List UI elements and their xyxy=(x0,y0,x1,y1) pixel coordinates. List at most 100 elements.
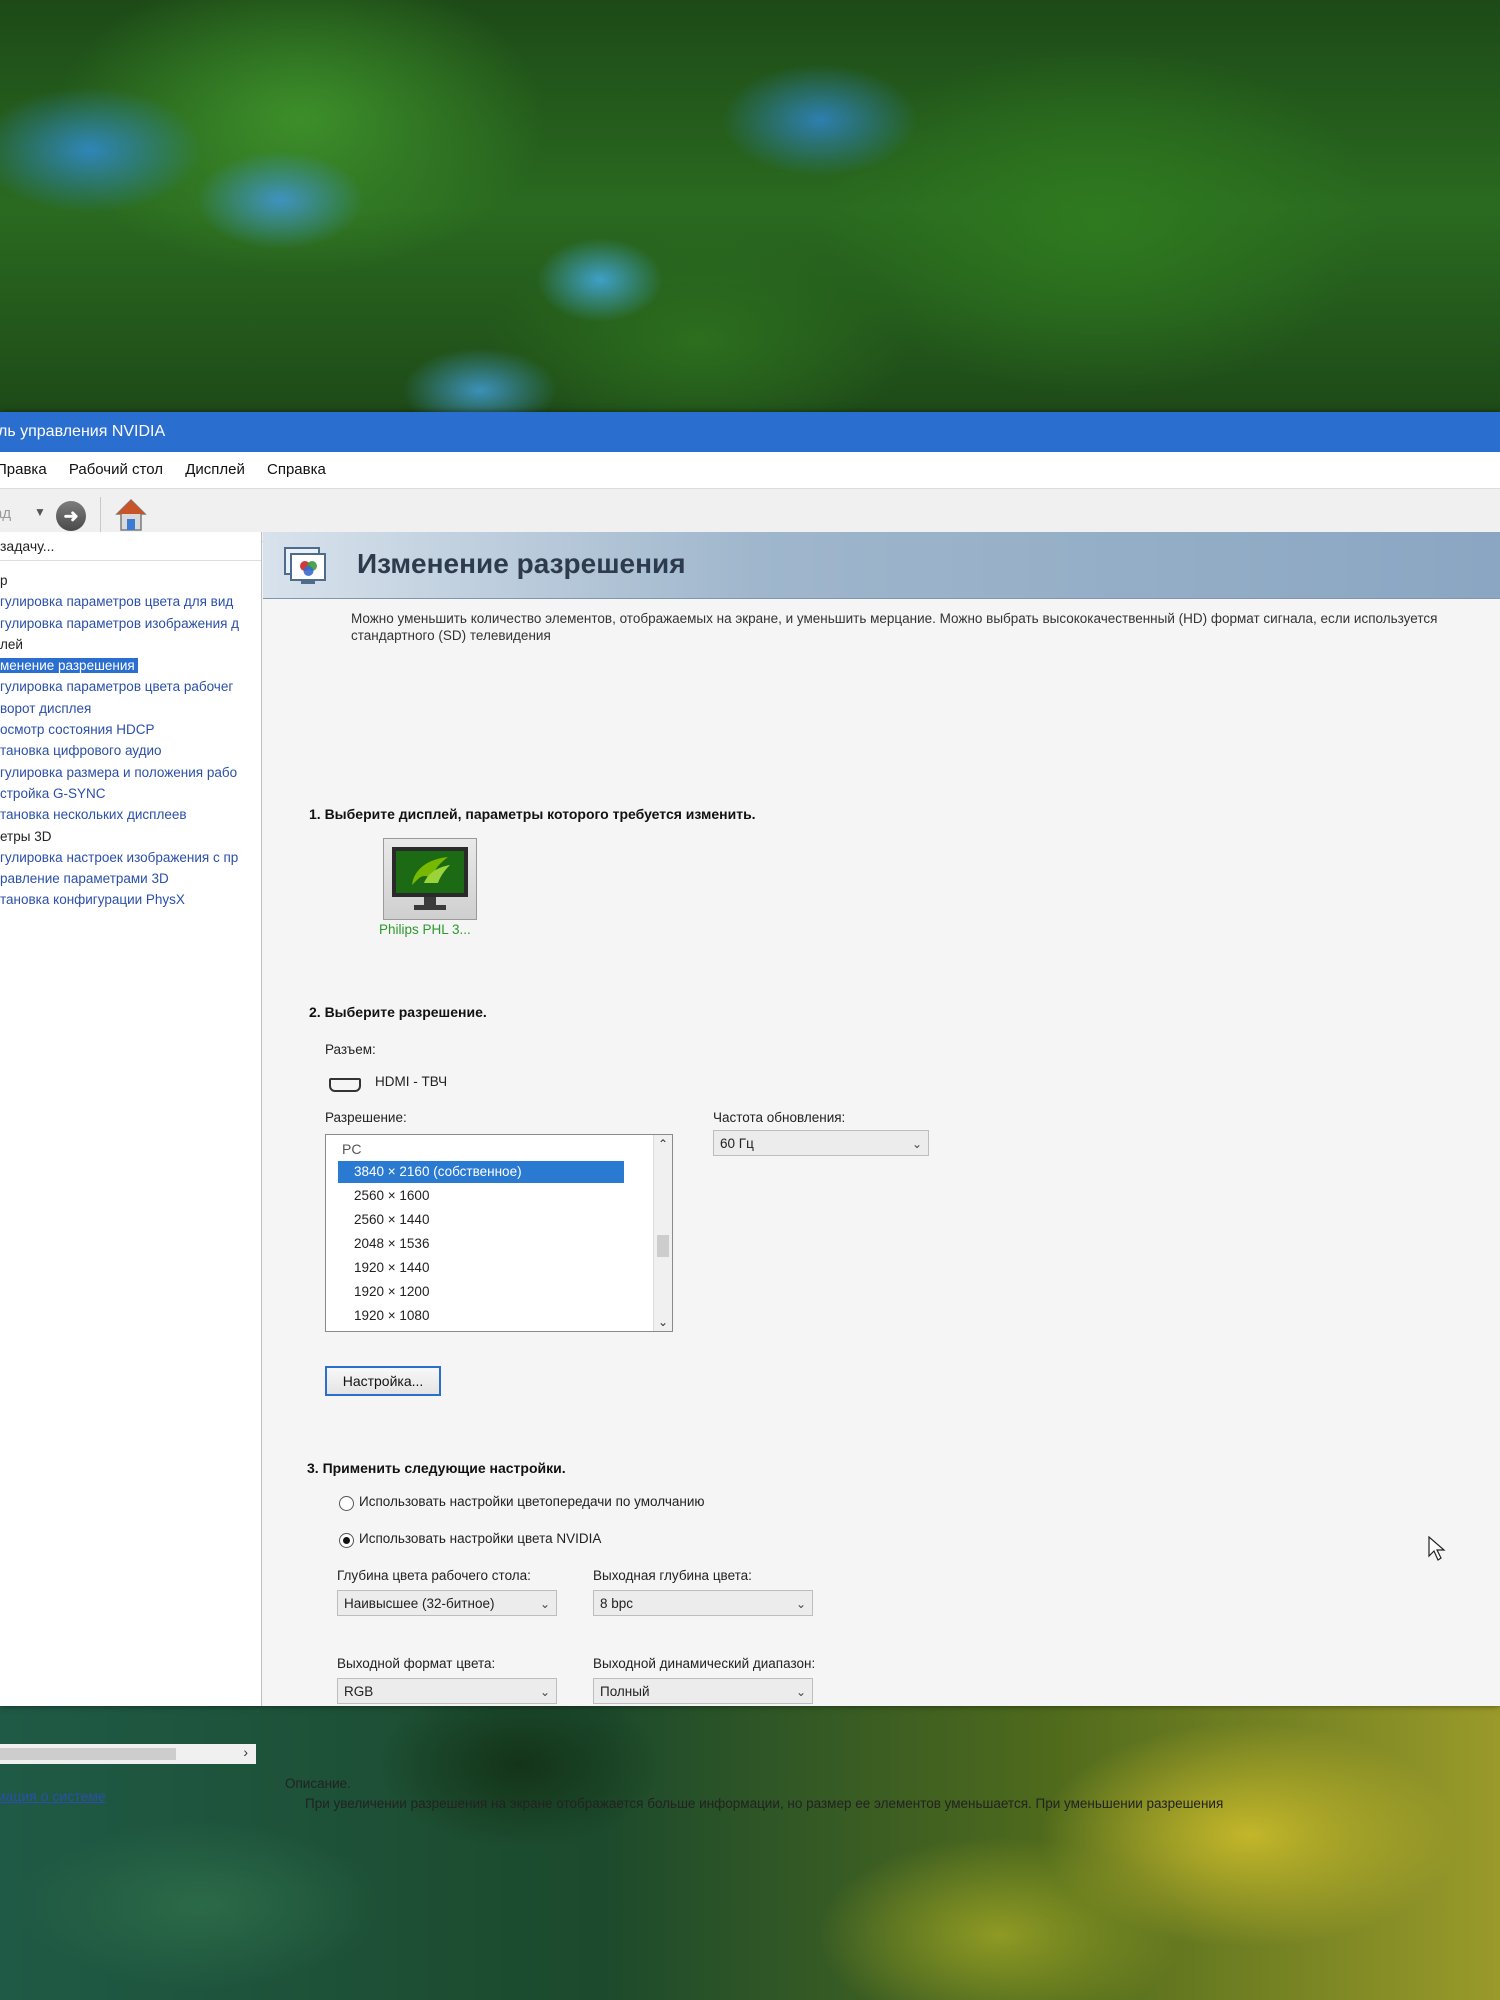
nav-item-label: гулировка параметров изображения д xyxy=(0,615,240,631)
system-info-link[interactable]: мация о системе xyxy=(0,1788,106,1804)
nav-item-label: гулировка настроек изображения с пр xyxy=(0,849,239,865)
home-icon[interactable] xyxy=(114,497,148,533)
scrollbar-thumb[interactable] xyxy=(0,1748,176,1760)
customize-button[interactable]: Настройка... xyxy=(325,1366,441,1396)
chevron-down-icon: ⌄ xyxy=(539,1685,550,1699)
nav-item[interactable]: осмотр состояния HDCP xyxy=(0,719,261,740)
nav-item[interactable]: гулировка параметров изображения д xyxy=(0,613,261,634)
desktop-color-depth-select[interactable]: Наивысшее (32-битное) ⌄ xyxy=(337,1590,557,1616)
mouse-cursor-icon xyxy=(1428,1536,1446,1561)
output-color-depth-value: 8 bpc xyxy=(600,1596,634,1611)
chevron-down-icon: ⌄ xyxy=(795,1685,806,1699)
radio-nvidia-color-label[interactable]: Использовать настройки цвета NVIDIA xyxy=(359,1531,601,1546)
nav-item-label: ворот дисплея xyxy=(0,700,92,716)
nav-item-label: равление параметрами 3D xyxy=(0,871,169,887)
scroll-right-icon[interactable]: › xyxy=(243,1744,248,1760)
resolution-label: Разрешение: xyxy=(325,1110,407,1125)
desktop-color-depth-value: Наивысшее (32-битное) xyxy=(344,1596,495,1611)
output-dynamic-range-select[interactable]: Полный ⌄ xyxy=(593,1678,813,1704)
window-title: ль управления NVIDIA xyxy=(0,423,166,440)
radio-default-color-label[interactable]: Использовать настройки цветопередачи по … xyxy=(359,1494,705,1509)
nav-item[interactable]: гулировка параметров цвета рабочег xyxy=(0,676,261,697)
output-color-format-label: Выходной формат цвета: xyxy=(337,1656,496,1671)
output-color-depth-select[interactable]: 8 bpc ⌄ xyxy=(593,1590,813,1616)
scrollbar-thumb[interactable] xyxy=(657,1235,669,1257)
menu-desktop[interactable]: Рабочий стол xyxy=(69,452,163,488)
refresh-rate-value: 60 Гц xyxy=(720,1136,754,1151)
nav-item-label: тановка цифрового аудио xyxy=(0,743,162,759)
task-tree: р гулировка параметров цвета для вид гулир… xyxy=(0,570,261,911)
display-tile[interactable] xyxy=(383,838,477,920)
scroll-up-icon[interactable]: ⌃ xyxy=(658,1137,668,1151)
step-3-heading: 3. Применить следующие настройки. xyxy=(307,1460,566,1476)
nav-item[interactable]: стройка G-SYNC xyxy=(0,783,261,804)
nav-item[interactable]: тановка нескольких дисплеев xyxy=(0,804,261,825)
resolution-option[interactable]: 1920 × 1080 xyxy=(338,1305,624,1327)
refresh-rate-select[interactable]: 60 Гц ⌄ xyxy=(713,1130,929,1156)
resolution-option[interactable]: 3840 × 2160 (собственное) xyxy=(338,1161,624,1183)
display-name[interactable]: Philips PHL 3... xyxy=(379,922,471,937)
nav-item[interactable]: равление параметрами 3D xyxy=(0,868,261,889)
refresh-rate-label: Частота обновления: xyxy=(713,1110,846,1125)
display-settings-icon xyxy=(284,547,326,584)
monitor-icon xyxy=(392,847,468,910)
resolution-option[interactable]: 1920 × 1200 xyxy=(338,1281,624,1303)
page-header: Изменение разрешения xyxy=(263,532,1500,599)
nav-item-label: р xyxy=(0,573,8,588)
scroll-down-icon[interactable]: ⌄ xyxy=(658,1315,668,1329)
resolution-option[interactable]: 2560 × 1600 xyxy=(338,1185,624,1207)
connector-label: Разъем: xyxy=(325,1042,376,1057)
task-navigation-pane: задачу... р гулировка параметров цвета дл… xyxy=(0,532,262,1804)
nav-item[interactable]: тановка цифрового аудио xyxy=(0,740,261,761)
nav-item-label: гулировка параметров цвета для вид xyxy=(0,594,234,610)
chevron-down-icon: ⌄ xyxy=(911,1137,922,1151)
resolution-option[interactable]: 2560 × 1440 xyxy=(338,1209,624,1231)
nav-item[interactable]: гулировка размера и положения рабо xyxy=(0,762,261,783)
radio-default-color[interactable] xyxy=(339,1496,354,1511)
description-label: Описание. xyxy=(285,1776,351,1791)
content-pane: Изменение разрешения Можно уменьшить кол… xyxy=(263,532,1500,1811)
nav-item-label: тановка нескольких дисплеев xyxy=(0,807,187,823)
nav-item[interactable]: тановка конфигурации PhysX xyxy=(0,889,261,910)
chevron-down-icon: ⌄ xyxy=(795,1597,806,1611)
connector-value: HDMI - ТВЧ xyxy=(375,1074,448,1089)
nav-item-label: гулировка размера и положения рабо xyxy=(0,764,238,780)
nav-item-label: тановка конфигурации PhysX xyxy=(0,892,185,908)
menu-help[interactable]: Справка xyxy=(267,452,326,488)
title-bar[interactable]: ль управления NVIDIA xyxy=(0,412,1500,452)
nav-item[interactable]: ворот дисплея xyxy=(0,698,261,719)
output-color-format-select[interactable]: RGB ⌄ xyxy=(337,1678,557,1704)
menu-bar: Правка Рабочий стол Дисплей Справка xyxy=(0,452,1500,489)
nav-item-label: гулировка параметров цвета рабочег xyxy=(0,679,234,695)
page-intro: Можно уменьшить количество элементов, от… xyxy=(351,611,1438,643)
nav-category[interactable]: р xyxy=(0,570,261,591)
back-button[interactable]: ад xyxy=(0,505,11,522)
menu-edit[interactable]: Правка xyxy=(0,452,47,488)
step-2-heading: 2. Выберите разрешение. xyxy=(309,1004,487,1020)
horizontal-scrollbar[interactable]: › xyxy=(0,1744,256,1764)
nav-category[interactable]: етры 3D xyxy=(0,826,261,847)
page-title: Изменение разрешения xyxy=(357,548,686,579)
output-dynamic-range-label: Выходной динамический диапазон: xyxy=(593,1656,816,1671)
nav-item[interactable]: гулировка параметров цвета для вид xyxy=(0,591,261,612)
resolution-list[interactable]: PC 3840 × 2160 (собственное) 2560 × 1600 2… xyxy=(325,1134,673,1332)
output-color-depth-label: Выходная глубина цвета: xyxy=(593,1568,752,1583)
forward-arrow-icon[interactable]: ➜ xyxy=(56,501,86,531)
output-color-format-value: RGB xyxy=(344,1684,374,1699)
history-dropdown-icon[interactable]: ▼ xyxy=(34,505,46,519)
nav-category[interactable]: лей xyxy=(0,634,261,655)
menu-display[interactable]: Дисплей xyxy=(185,452,245,488)
nvidia-control-panel-window: ль управления NVIDIA Правка Рабочий стол… xyxy=(0,412,1500,1811)
resolution-option[interactable]: 1920 × 1440 xyxy=(338,1257,624,1279)
desktop-color-depth-label: Глубина цвета рабочего стола: xyxy=(337,1568,531,1583)
step-1-heading: 1. Выберите дисплей, параметры которого … xyxy=(309,806,756,822)
hdmi-icon xyxy=(329,1078,361,1092)
resolution-list-scrollbar[interactable]: ⌃ ⌄ xyxy=(653,1135,672,1331)
nav-item[interactable]: менение разрешения xyxy=(0,655,261,676)
nav-item-label: етры 3D xyxy=(0,828,52,844)
radio-nvidia-color[interactable] xyxy=(339,1533,354,1548)
toolbar-separator xyxy=(100,497,101,533)
nav-item-label: осмотр состояния HDCP xyxy=(0,722,155,738)
resolution-option[interactable]: 2048 × 1536 xyxy=(338,1233,624,1255)
nav-item[interactable]: гулировка настроек изображения с пр xyxy=(0,847,261,868)
